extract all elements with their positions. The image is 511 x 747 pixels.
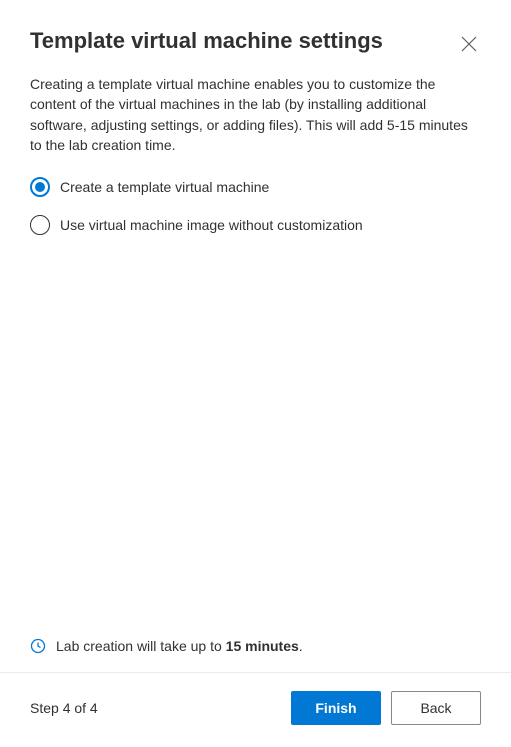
radio-indicator bbox=[30, 215, 50, 235]
info-row: Lab creation will take up to 15 minutes. bbox=[0, 628, 511, 672]
radio-indicator bbox=[30, 177, 50, 197]
radio-dot-icon bbox=[35, 182, 45, 192]
description-text: Creating a template virtual machine enab… bbox=[30, 74, 481, 155]
finish-button[interactable]: Finish bbox=[291, 691, 381, 725]
body-spacer bbox=[30, 235, 481, 628]
info-text: Lab creation will take up to 15 minutes. bbox=[56, 638, 303, 654]
radio-option-create-template[interactable]: Create a template virtual machine bbox=[30, 177, 481, 197]
dialog-root: Template virtual machine settings Creati… bbox=[0, 0, 511, 747]
radio-option-no-customization[interactable]: Use virtual machine image without custom… bbox=[30, 215, 481, 235]
info-prefix: Lab creation will take up to bbox=[56, 638, 226, 654]
info-suffix: . bbox=[299, 638, 303, 654]
clock-icon bbox=[30, 638, 46, 654]
dialog-body: Creating a template virtual machine enab… bbox=[0, 64, 511, 628]
dialog-title: Template virtual machine settings bbox=[30, 28, 383, 54]
dialog-footer: Step 4 of 4 Finish Back bbox=[0, 673, 511, 747]
radio-group: Create a template virtual machine Use vi… bbox=[30, 177, 481, 235]
close-button[interactable] bbox=[457, 32, 481, 56]
close-icon bbox=[461, 36, 477, 52]
info-bold: 15 minutes bbox=[226, 638, 299, 654]
radio-label: Create a template virtual machine bbox=[60, 179, 269, 195]
back-button[interactable]: Back bbox=[391, 691, 481, 725]
dialog-header: Template virtual machine settings bbox=[0, 0, 511, 64]
radio-label: Use virtual machine image without custom… bbox=[60, 217, 363, 233]
step-indicator: Step 4 of 4 bbox=[30, 700, 98, 716]
